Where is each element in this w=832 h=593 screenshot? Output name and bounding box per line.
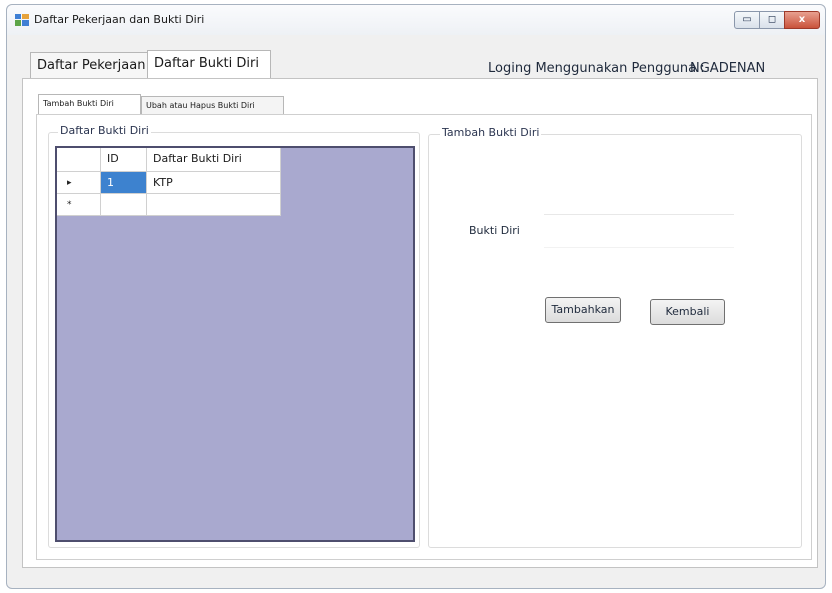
cell-name[interactable]: KTP: [147, 172, 281, 194]
column-header-id[interactable]: ID: [101, 148, 147, 172]
bukti-diri-label: Bukti Diri: [469, 224, 520, 237]
tab-daftar-bukti-diri[interactable]: Daftar Bukti Diri: [147, 50, 271, 79]
table-row[interactable]: ▸ 1 KTP: [57, 172, 281, 194]
bukti-diri-input[interactable]: [544, 214, 734, 248]
id-data-grid[interactable]: ID Daftar Bukti Diri ▸ 1 KTP *: [55, 146, 415, 542]
cell-id[interactable]: [101, 194, 147, 216]
kembali-button[interactable]: Kembali: [650, 299, 725, 325]
tab-tambah-bukti-diri[interactable]: Tambah Bukti Diri: [38, 94, 141, 114]
cell-id[interactable]: 1: [101, 172, 147, 194]
grid-corner-cell: [57, 148, 101, 172]
tambahkan-button[interactable]: Tambahkan: [545, 297, 621, 323]
app-icon: [15, 14, 29, 26]
row-selector-icon[interactable]: ▸: [57, 172, 101, 194]
tab-ubah-hapus-bukti-diri[interactable]: Ubah atau Hapus Bukti Diri: [141, 96, 284, 114]
list-group-caption: Daftar Bukti Diri: [58, 124, 151, 137]
table-row-new[interactable]: *: [57, 194, 281, 216]
login-label: Loging Menggunakan Pengguna :: [488, 61, 705, 76]
form-group-caption: Tambah Bukti Diri: [440, 126, 542, 139]
minimize-button[interactable]: ▭: [734, 11, 760, 29]
form-groupbox: [428, 134, 802, 548]
login-user: NGADENAN: [690, 61, 766, 76]
close-button[interactable]: x: [784, 11, 820, 29]
column-header-daftar-bukti-diri[interactable]: Daftar Bukti Diri: [147, 148, 281, 172]
grid-header: ID Daftar Bukti Diri: [57, 148, 281, 172]
window-title: Daftar Pekerjaan dan Bukti Diri: [34, 13, 205, 26]
maximize-button[interactable]: ◻: [759, 11, 785, 29]
cell-name[interactable]: [147, 194, 281, 216]
title-bar: Daftar Pekerjaan dan Bukti Diri ▭ ◻ x: [7, 5, 825, 35]
tab-daftar-pekerjaan[interactable]: Daftar Pekerjaan: [30, 52, 148, 78]
new-row-icon[interactable]: *: [57, 194, 101, 216]
